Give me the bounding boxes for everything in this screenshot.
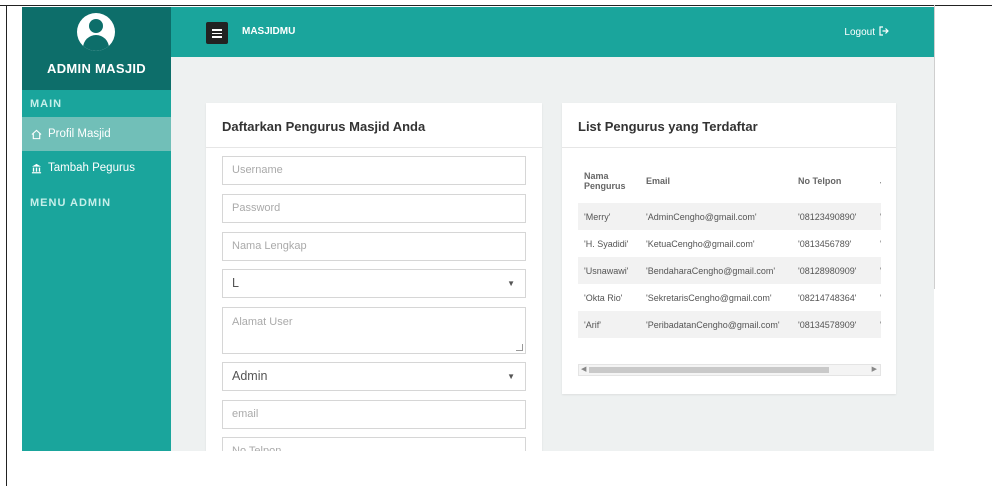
cell-email: 'BendaharaCengho@gmail.com': [640, 257, 792, 284]
user-avatar-icon: [77, 13, 115, 51]
app-name[interactable]: MASJIDMU: [242, 26, 295, 37]
gender-select[interactable]: L ▼: [222, 269, 526, 298]
cell-jabatan: 'A: [874, 203, 881, 230]
table-row: 'Arif' 'PeribadatanCengho@gmail.com' '08…: [578, 311, 881, 338]
panel-divider: [206, 147, 542, 148]
cell-email: 'AdminCengho@gmail.com': [640, 203, 792, 230]
cell-telpon: '08128980909': [792, 257, 874, 284]
resize-grip-icon[interactable]: [516, 344, 523, 351]
frame-left-line: [6, 5, 7, 486]
role-select[interactable]: Admin ▼: [222, 362, 526, 391]
table-row: 'H. Syadidi' 'KetuaCengho@gmail.com' '08…: [578, 230, 881, 257]
no-telpon-input[interactable]: No Telpon: [222, 437, 526, 451]
alamat-textarea[interactable]: Alamat User: [222, 307, 526, 354]
cell-nama: 'Arif': [578, 311, 640, 338]
cell-email: 'PeribadatanCengho@gmail.com': [640, 311, 792, 338]
sidebar-heading-admin: MENU ADMIN: [30, 197, 112, 209]
sidebar-item-profil-masjid[interactable]: Profil Masjid: [22, 117, 171, 151]
bank-icon: [30, 162, 42, 174]
column-header-telpon[interactable]: No Telpon: [792, 159, 874, 203]
caret-down-icon: ▼: [507, 279, 515, 288]
table-row: 'Merry' 'AdminCengho@gmail.com' '0812349…: [578, 203, 881, 230]
scroll-right-icon[interactable]: ▶: [872, 365, 877, 375]
table-row: 'Okta Rio' 'SekretarisCengho@gmail.com' …: [578, 284, 881, 311]
logout-label: Logout: [844, 27, 875, 38]
sidebar-heading-main: MAIN: [30, 98, 63, 110]
member-table-container: Nama Pengurus Email No Telpon Ja 'Merry'…: [578, 159, 881, 385]
cell-jabatan: 'S: [874, 284, 881, 311]
list-title: List Pengurus yang Terdaftar: [578, 119, 758, 134]
username-input[interactable]: Username: [222, 156, 526, 185]
cell-email: 'SekretarisCengho@gmail.com': [646, 292, 772, 303]
cell-telpon: '08214748364': [798, 292, 857, 303]
cell-nama: 'Usnawawi': [578, 257, 640, 284]
top-navbar: MASJIDMU Logout: [171, 7, 934, 57]
brand-title: ADMIN MASJID: [47, 61, 146, 76]
cell-telpon: '0813456789': [798, 238, 852, 249]
alamat-placeholder: Alamat User: [232, 316, 293, 328]
cell-nama: 'Merry': [578, 203, 640, 230]
cell-telpon: '08134578909': [792, 311, 874, 338]
role-select-value: Admin: [232, 369, 268, 383]
table-row: 'Usnawawi' 'BendaharaCengho@gmail.com' '…: [578, 257, 881, 284]
column-header-jabatan[interactable]: Ja: [874, 159, 881, 203]
password-input[interactable]: Password: [222, 194, 526, 223]
form-title: Daftarkan Pengurus Masjid Anda: [222, 119, 426, 134]
nama-lengkap-input[interactable]: Nama Lengkap: [222, 232, 526, 261]
member-list-panel: List Pengurus yang Terdaftar Nama Pengur…: [562, 103, 896, 394]
menu-toggle-button[interactable]: [206, 22, 228, 44]
cell-telpon: '08123490890': [792, 203, 874, 230]
register-form-panel: Daftarkan Pengurus Masjid Anda Username …: [206, 103, 542, 451]
cell-email: 'KetuaCengho@gmail.com': [646, 238, 755, 249]
gender-select-value: L: [232, 276, 239, 290]
column-header-nama[interactable]: Nama Pengurus: [578, 159, 640, 203]
cell-nama: 'H. Syadidi': [584, 238, 629, 249]
column-header-email[interactable]: Email: [640, 159, 792, 203]
sidebar-item-label: Tambah Pegurus: [48, 162, 135, 174]
sidebar: ADMIN MASJID MAIN Profil Masjid Tambah P…: [22, 7, 171, 451]
scroll-left-icon[interactable]: ◀: [581, 365, 586, 375]
cell-jabatan: 'B: [874, 257, 881, 284]
email-input[interactable]: email: [222, 400, 526, 429]
cell-nama: 'Okta Rio': [584, 292, 623, 303]
table-horizontal-scrollbar[interactable]: ◀ ▶: [578, 364, 881, 376]
cell-jabatan: 'K: [874, 230, 881, 257]
scrollbar-thumb[interactable]: [589, 367, 829, 373]
cell-jabatan: 'P: [874, 311, 881, 338]
member-table: Nama Pengurus Email No Telpon Ja 'Merry'…: [578, 159, 881, 338]
panel-divider: [562, 147, 896, 148]
table-header-row: Nama Pengurus Email No Telpon Ja: [578, 159, 881, 203]
sidebar-item-tambah-pegurus[interactable]: Tambah Pegurus: [22, 151, 171, 185]
home-icon: [30, 128, 42, 140]
logout-button[interactable]: Logout: [844, 26, 889, 39]
frame-top-line: [0, 5, 992, 6]
main-content: Daftarkan Pengurus Masjid Anda Username …: [171, 57, 934, 451]
sidebar-item-label: Profil Masjid: [48, 128, 111, 140]
sign-out-icon: [879, 26, 889, 39]
brand-header: ADMIN MASJID: [22, 7, 171, 90]
window-scrollbar[interactable]: [934, 5, 935, 289]
caret-down-icon: ▼: [507, 372, 515, 381]
